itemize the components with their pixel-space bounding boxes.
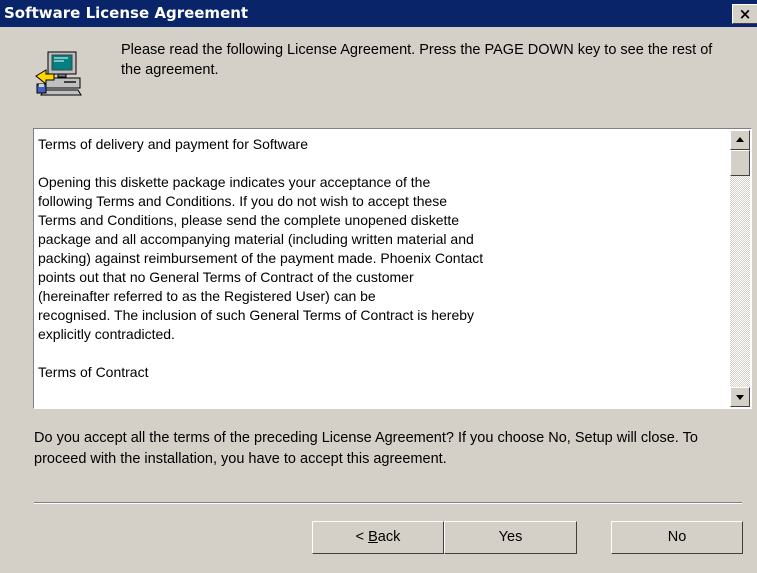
separator-line bbox=[34, 502, 742, 504]
license-line: package and all accompanying material (i… bbox=[38, 231, 474, 247]
vertical-scrollbar[interactable] bbox=[730, 130, 750, 407]
scroll-down-button[interactable] bbox=[730, 387, 750, 407]
arrow-up-icon bbox=[736, 137, 744, 142]
back-rest: ack bbox=[377, 529, 401, 545]
scroll-up-button[interactable] bbox=[730, 130, 750, 150]
setup-computer-icon bbox=[35, 51, 82, 96]
back-mnemonic: B bbox=[368, 529, 378, 545]
license-line: explicitly contradicted. bbox=[38, 326, 175, 342]
license-content: Terms of delivery and payment for Softwa… bbox=[38, 135, 718, 382]
license-line: recognised. The inclusion of such Genera… bbox=[38, 307, 475, 323]
license-line: points out that no General Terms of Cont… bbox=[38, 269, 414, 285]
close-button[interactable]: × bbox=[732, 4, 757, 24]
instructions-text: Please read the following License Agreem… bbox=[121, 42, 713, 78]
window-title: Software License Agreement bbox=[4, 4, 249, 22]
license-line: Terms and Conditions, please send the co… bbox=[38, 212, 460, 228]
license-line: following Terms and Conditions. If you d… bbox=[38, 193, 448, 209]
yes-button[interactable]: Yes bbox=[444, 521, 577, 554]
no-button[interactable]: No bbox=[611, 521, 743, 554]
license-text-box[interactable]: Terms of delivery and payment for Softwa… bbox=[33, 128, 752, 409]
accept-question-text: Do you accept all the terms of the prece… bbox=[34, 430, 698, 467]
back-button[interactable]: < Back bbox=[312, 521, 444, 554]
license-dialog: Software License Agreement × Please read… bbox=[0, 0, 757, 573]
back-prefix: < bbox=[355, 529, 369, 545]
license-line: (hereinafter referred to as the Register… bbox=[38, 288, 376, 304]
license-section-heading: Terms of Contract bbox=[38, 364, 149, 380]
arrow-down-icon bbox=[736, 395, 744, 400]
scroll-thumb[interactable] bbox=[730, 150, 750, 176]
license-heading: Terms of delivery and payment for Softwa… bbox=[38, 136, 309, 152]
license-line: Opening this diskette package indicates … bbox=[38, 174, 431, 190]
license-line: packing) against reimbursement of the pa… bbox=[38, 250, 484, 266]
title-bar[interactable]: Software License Agreement × bbox=[0, 0, 757, 27]
